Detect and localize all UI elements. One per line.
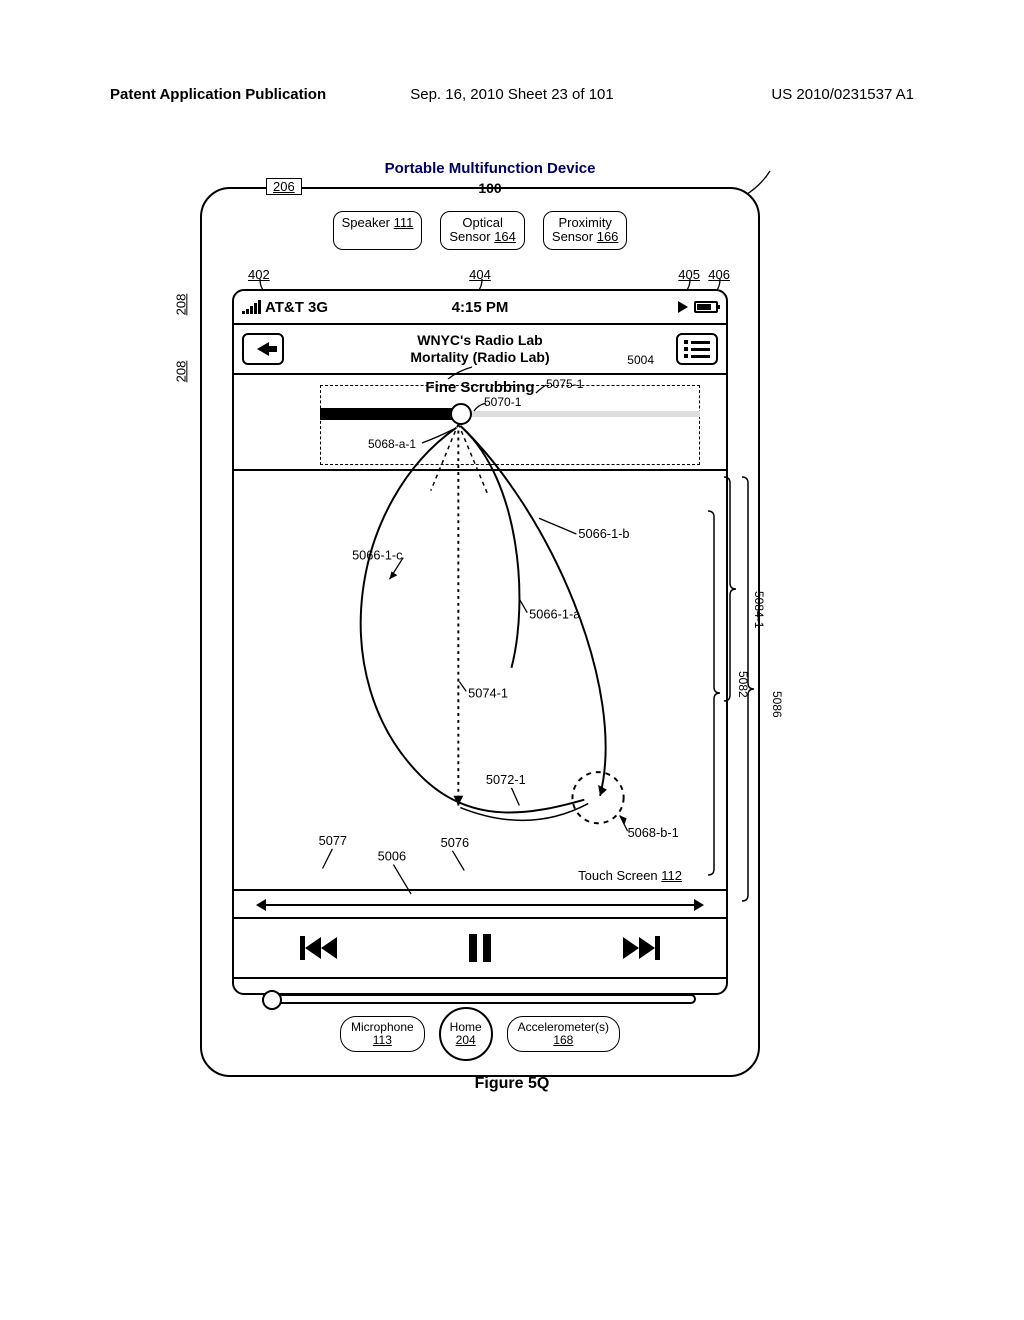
top-sensors: Speaker 111 Optical Sensor 164 Proximity… xyxy=(202,211,758,250)
header-left: Patent Application Publication xyxy=(110,86,326,103)
scrub-thumb[interactable] xyxy=(450,403,472,425)
optical-sensor-pod: Optical Sensor 164 xyxy=(440,211,525,250)
nav-title: WNYC's Radio Lab Mortality (Radio Lab) xyxy=(410,332,549,366)
speaker-pod: Speaker 111 xyxy=(333,211,423,250)
ref-206: 206 xyxy=(266,178,302,195)
ref-5082: 5082 xyxy=(736,671,750,698)
accelerometer-label: Accelerometer(s) 168 xyxy=(507,1016,620,1052)
microphone-label: Microphone 113 xyxy=(340,1016,425,1052)
pause-button[interactable] xyxy=(469,934,491,962)
scrub-area[interactable]: Fine Scrubbing 5075-1 5070-1 5068-a-1 xyxy=(234,375,726,471)
next-button[interactable] xyxy=(623,936,660,960)
battery-icon xyxy=(694,301,718,313)
arrow-left-icon xyxy=(256,899,266,911)
svg-text:5068-b-1: 5068-b-1 xyxy=(628,825,679,840)
svg-text:5074-1: 5074-1 xyxy=(468,685,508,700)
ref-5068-a-1: 5068-a-1 xyxy=(368,437,416,451)
back-arrow-icon xyxy=(257,342,269,356)
list-button[interactable] xyxy=(676,333,718,365)
svg-text:5066-1-c: 5066-1-c xyxy=(352,548,403,563)
touch-screen[interactable]: AT&T 3G 4:15 PM WNYC's Radio Lab Mortali… xyxy=(232,289,728,995)
status-time: 4:15 PM xyxy=(452,299,509,316)
home-button[interactable]: Home 204 xyxy=(439,1007,493,1061)
play-status-icon xyxy=(678,301,688,313)
ref-5084-1: 5084-1 xyxy=(752,591,766,628)
header-mid: Sep. 16, 2010 Sheet 23 of 101 xyxy=(410,86,614,103)
nav-bar: WNYC's Radio Lab Mortality (Radio Lab) 5… xyxy=(234,325,726,375)
svg-text:5006: 5006 xyxy=(378,849,406,864)
side-brackets xyxy=(702,471,762,931)
svg-text:5066-1-b: 5066-1-b xyxy=(578,526,629,541)
svg-text:5072-1: 5072-1 xyxy=(486,772,526,787)
device-ref-100: 100 xyxy=(478,180,501,196)
svg-text:5066-1-a: 5066-1-a xyxy=(529,607,581,622)
page-header: Patent Application Publication Sep. 16, … xyxy=(110,86,914,103)
ref-208-b: 208 xyxy=(173,361,188,383)
content-area[interactable]: 5066-1-b 5066-1-c 5066-1-a 5074-1 5072-1… xyxy=(234,471,726,891)
scrub-progress xyxy=(320,408,460,420)
scrub-label: Fine Scrubbing xyxy=(425,379,534,396)
status-bar: AT&T 3G 4:15 PM xyxy=(234,291,726,325)
signal-icon xyxy=(242,300,261,314)
svg-text:5077: 5077 xyxy=(319,833,347,848)
previous-button[interactable] xyxy=(300,936,337,960)
gesture-diagram: 5066-1-b 5066-1-c 5066-1-a 5074-1 5072-1… xyxy=(234,471,726,884)
svg-text:5076: 5076 xyxy=(441,835,469,850)
playback-controls xyxy=(234,919,726,979)
header-right: US 2010/0231537 A1 xyxy=(771,86,914,103)
volume-slider[interactable] xyxy=(264,994,696,1004)
bottom-hardware: Microphone 113 Home 204 Accelerometer(s)… xyxy=(202,1007,758,1061)
carrier-label: AT&T 3G xyxy=(265,299,328,316)
horizontal-axis xyxy=(234,891,726,919)
ref-5086: 5086 xyxy=(770,691,784,718)
figure-caption: Figure 5Q xyxy=(475,1075,550,1093)
device-body: 208 208 Speaker 111 Optical Sensor 164 P… xyxy=(200,187,760,1077)
ref-5004: 5004 xyxy=(627,353,654,367)
figure-title: Portable Multifunction Device xyxy=(200,160,780,177)
touchscreen-label: Touch Screen 112 xyxy=(578,868,682,883)
proximity-sensor-pod: Proximity Sensor 166 xyxy=(543,211,628,250)
back-button[interactable] xyxy=(242,333,284,365)
ref-208-a: 208 xyxy=(173,294,188,316)
figure: Portable Multifunction Device 206 100 20… xyxy=(200,160,780,1077)
